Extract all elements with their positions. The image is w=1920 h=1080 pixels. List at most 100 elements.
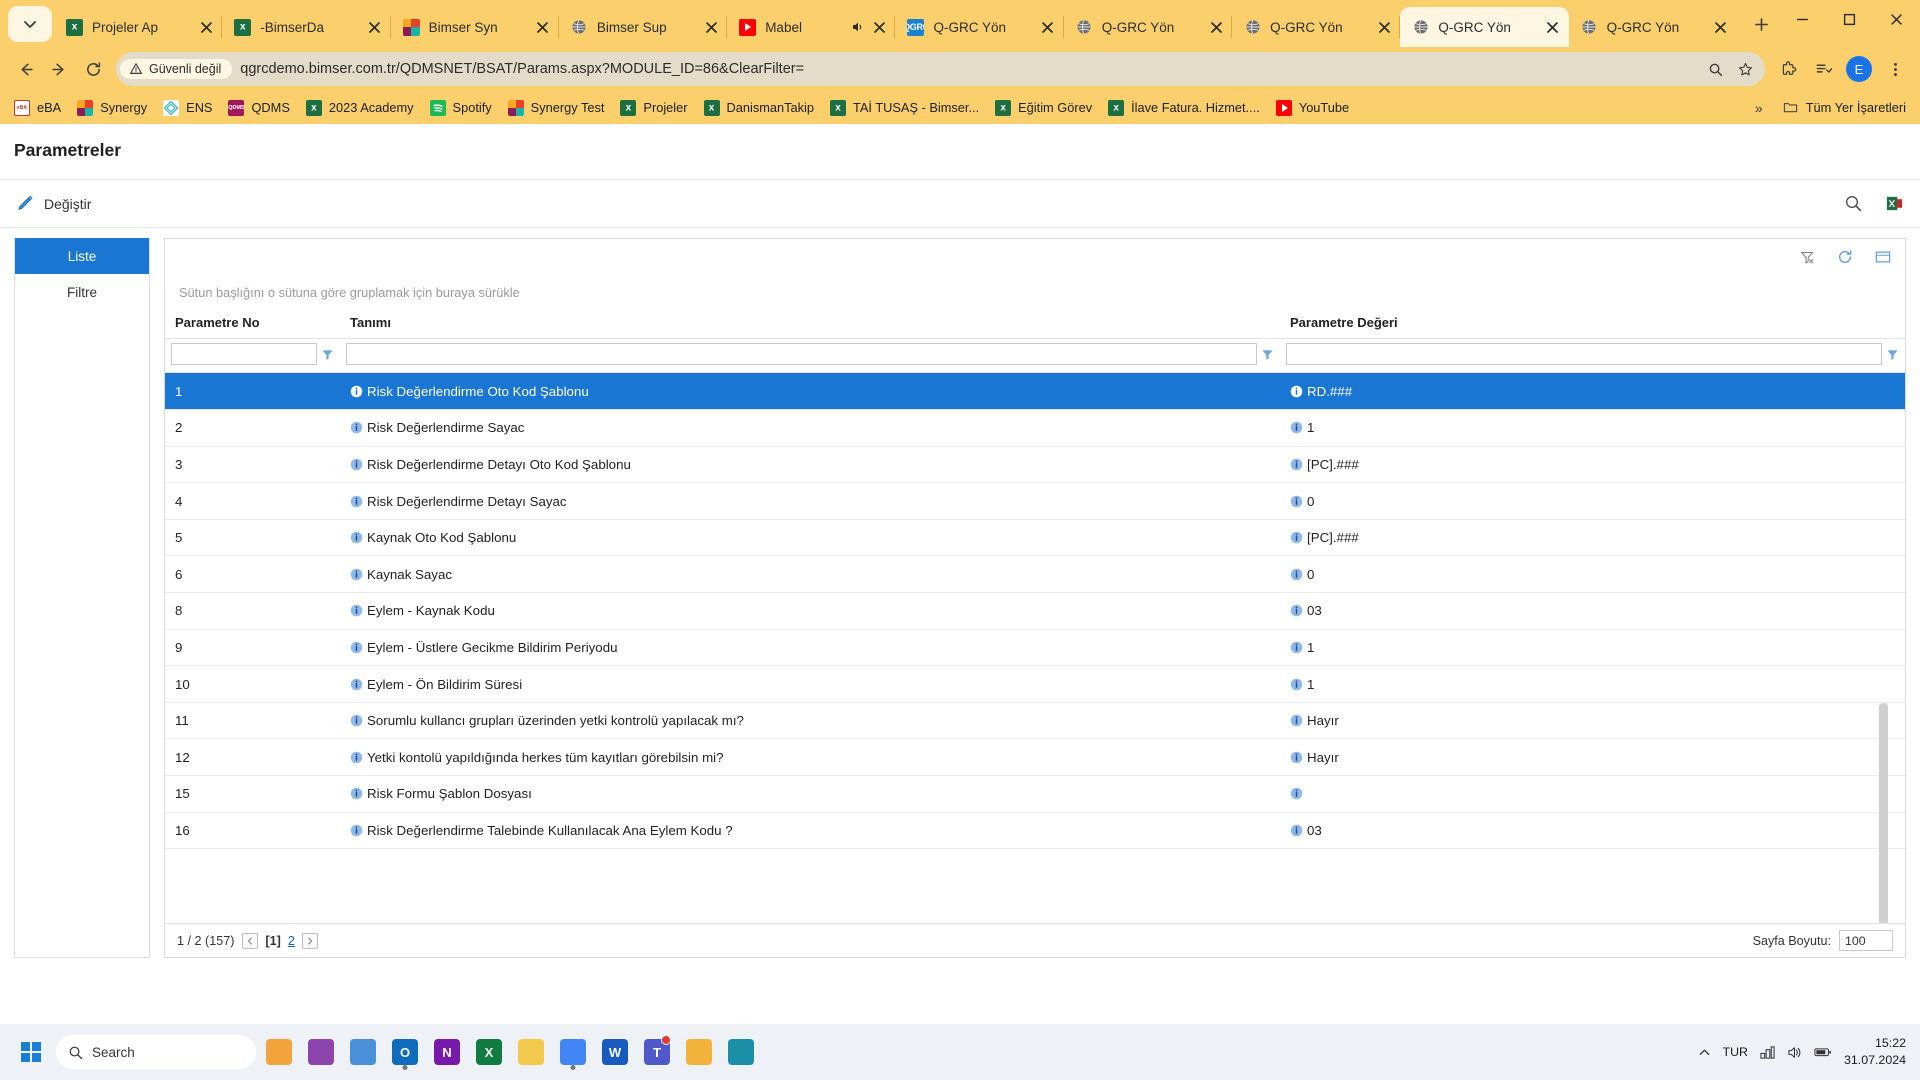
tab-audio-icon[interactable] bbox=[851, 20, 865, 34]
info-circle-icon[interactable] bbox=[350, 495, 363, 508]
info-circle-icon[interactable] bbox=[1290, 641, 1303, 654]
browser-tab[interactable]: -BimserDa bbox=[222, 7, 391, 47]
info-circle-icon[interactable] bbox=[350, 604, 363, 617]
grid-vertical-scrollbar[interactable] bbox=[1879, 703, 1888, 923]
info-circle-icon[interactable] bbox=[1290, 787, 1303, 800]
taskbar-pre-app-icon[interactable] bbox=[300, 1030, 342, 1074]
taskbar-widgets-icon[interactable] bbox=[258, 1030, 300, 1074]
info-circle-icon[interactable] bbox=[1290, 421, 1303, 434]
table-row[interactable]: 2 Risk Değerlendirme Sayac 1 bbox=[165, 409, 1905, 447]
column-chooser-button[interactable] bbox=[1875, 249, 1891, 265]
tab-close-button[interactable] bbox=[365, 17, 385, 37]
bookmark-item[interactable]: İlave Fatura. Hizmet.... bbox=[1100, 96, 1268, 120]
column-header-parametre-no[interactable]: Parametre No bbox=[165, 309, 340, 339]
clear-filter-button[interactable] bbox=[1800, 250, 1815, 265]
info-circle-icon[interactable] bbox=[1290, 458, 1303, 471]
table-row[interactable]: 16 Risk Değerlendirme Talebinde Kullanıla… bbox=[165, 812, 1905, 850]
info-circle-icon[interactable] bbox=[350, 531, 363, 544]
browser-tab[interactable]: Q-GRC Yön bbox=[1064, 7, 1233, 47]
column-header-parametre-degeri[interactable]: Parametre Değeri bbox=[1280, 309, 1905, 339]
info-circle-icon[interactable] bbox=[350, 714, 363, 727]
tab-close-button[interactable] bbox=[533, 17, 553, 37]
pager-page-2[interactable]: 2 bbox=[288, 934, 295, 948]
bookmark-item[interactable]: Projeler bbox=[612, 96, 695, 120]
bookmark-item[interactable]: QDMS QDMS bbox=[220, 96, 297, 120]
table-row[interactable]: 1 Risk Değerlendirme Oto Kod Şablonu RD.##… bbox=[165, 373, 1905, 411]
profile-avatar[interactable]: E bbox=[1846, 56, 1872, 82]
pager-next-button[interactable] bbox=[301, 932, 318, 949]
info-circle-icon[interactable] bbox=[350, 787, 363, 800]
edit-button[interactable]: Değiştir bbox=[16, 194, 91, 213]
filter-input-tanimi[interactable] bbox=[346, 343, 1257, 365]
close-window-button[interactable] bbox=[1873, 0, 1920, 39]
pager-page-1[interactable]: [1] bbox=[265, 934, 280, 948]
group-panel[interactable]: Sütun başlığını o sütuna göre gruplamak … bbox=[165, 275, 1905, 309]
bookmark-item[interactable]: Eğitim Görev bbox=[987, 96, 1100, 120]
address-bar[interactable]: Güvenli değil qgrcdemo.bimser.com.tr/QDM… bbox=[116, 52, 1765, 86]
info-circle-icon[interactable] bbox=[350, 568, 363, 581]
info-circle-icon[interactable] bbox=[350, 641, 363, 654]
export-button[interactable] bbox=[1885, 194, 1904, 213]
tray-network-button[interactable] bbox=[1760, 1045, 1775, 1060]
table-row[interactable]: 11 Sorumlu kullancı grupları üzerinden ye… bbox=[165, 702, 1905, 740]
taskbar-onenote-icon[interactable]: N bbox=[426, 1030, 468, 1074]
search-button[interactable] bbox=[1844, 194, 1863, 213]
tab-search-button[interactable] bbox=[8, 6, 52, 42]
refresh-button[interactable] bbox=[1837, 249, 1853, 265]
column-header-tanimi[interactable]: Tanımı bbox=[340, 309, 1280, 339]
taskbar-excel-icon[interactable]: X bbox=[468, 1030, 510, 1074]
browser-tab[interactable]: Bimser Syn bbox=[391, 7, 560, 47]
bookmark-item[interactable]: 2023 Academy bbox=[298, 96, 422, 120]
browser-tab[interactable]: Mabel bbox=[727, 7, 896, 47]
bookmark-item[interactable]: DanismanTakip bbox=[696, 96, 823, 120]
sidebar-item-liste[interactable]: Liste bbox=[15, 238, 149, 274]
page-size-input[interactable]: 100 bbox=[1839, 930, 1893, 951]
taskbar-outlook-icon[interactable]: O bbox=[384, 1030, 426, 1074]
filter-funnel-icon[interactable] bbox=[1886, 348, 1899, 361]
bookmark-item[interactable]: Synergy Test bbox=[500, 96, 613, 120]
info-circle-icon[interactable] bbox=[350, 421, 363, 434]
table-row[interactable]: 8 Eylem - Kaynak Kodu 03 bbox=[165, 592, 1905, 630]
taskbar-chrome-icon[interactable] bbox=[552, 1030, 594, 1074]
bookmark-star-button[interactable] bbox=[1731, 55, 1759, 83]
browser-tab[interactable]: Q-GRC Yön bbox=[1569, 7, 1737, 47]
table-row[interactable]: 15 Risk Formu Şablon Dosyası bbox=[165, 775, 1905, 813]
extensions-button[interactable] bbox=[1771, 52, 1805, 86]
zoom-button[interactable] bbox=[1701, 55, 1729, 83]
info-circle-icon[interactable] bbox=[350, 385, 363, 398]
filter-input-parametre-degeri[interactable] bbox=[1286, 343, 1882, 365]
tray-language[interactable]: TUR bbox=[1723, 1045, 1748, 1059]
browser-tab[interactable]: Q-GRC Yön bbox=[1400, 7, 1569, 47]
bookmark-item[interactable]: TAİ TUSAŞ - Bimser... bbox=[822, 96, 987, 120]
info-circle-icon[interactable] bbox=[1290, 714, 1303, 727]
bookmark-item[interactable]: YouTube bbox=[1268, 96, 1357, 120]
taskbar-search[interactable]: Search bbox=[56, 1035, 256, 1069]
info-circle-icon[interactable] bbox=[1290, 604, 1303, 617]
table-row[interactable]: 4 Risk Değerlendirme Detayı Sayac 0 bbox=[165, 482, 1905, 520]
reading-list-button[interactable] bbox=[1806, 52, 1840, 86]
taskbar-task-view-icon[interactable] bbox=[342, 1030, 384, 1074]
browser-tab[interactable]: QGRC Q-GRC Yön bbox=[895, 7, 1065, 47]
filter-funnel-icon[interactable] bbox=[321, 348, 334, 361]
info-circle-icon[interactable] bbox=[1290, 495, 1303, 508]
filter-funnel-icon[interactable] bbox=[1261, 348, 1274, 361]
bookmark-item[interactable]: eBA eBA bbox=[6, 96, 69, 120]
info-circle-icon[interactable] bbox=[350, 751, 363, 764]
table-row[interactable]: 10 Eylem - Ön Bildirim Süresi 1 bbox=[165, 665, 1905, 703]
all-bookmarks-button[interactable]: Tüm Yer İşaretleri bbox=[1775, 96, 1914, 120]
bookmark-item[interactable]: ENS bbox=[155, 96, 220, 120]
info-circle-icon[interactable] bbox=[1290, 824, 1303, 837]
forward-button[interactable] bbox=[42, 52, 76, 86]
start-button[interactable] bbox=[14, 1035, 48, 1069]
tab-close-button[interactable] bbox=[196, 17, 216, 37]
info-circle-icon[interactable] bbox=[350, 678, 363, 691]
minimize-button[interactable] bbox=[1779, 0, 1826, 39]
tab-close-button[interactable] bbox=[869, 17, 889, 37]
taskbar-qdms-app-icon[interactable] bbox=[720, 1030, 762, 1074]
tab-close-button[interactable] bbox=[1206, 17, 1226, 37]
info-circle-icon[interactable] bbox=[350, 824, 363, 837]
chrome-menu-button[interactable] bbox=[1878, 52, 1912, 86]
filter-input-parametre-no[interactable] bbox=[171, 343, 317, 365]
url-text[interactable]: qgrcdemo.bimser.com.tr/QDMSNET/BSAT/Para… bbox=[240, 61, 1701, 77]
info-circle-icon[interactable] bbox=[1290, 678, 1303, 691]
